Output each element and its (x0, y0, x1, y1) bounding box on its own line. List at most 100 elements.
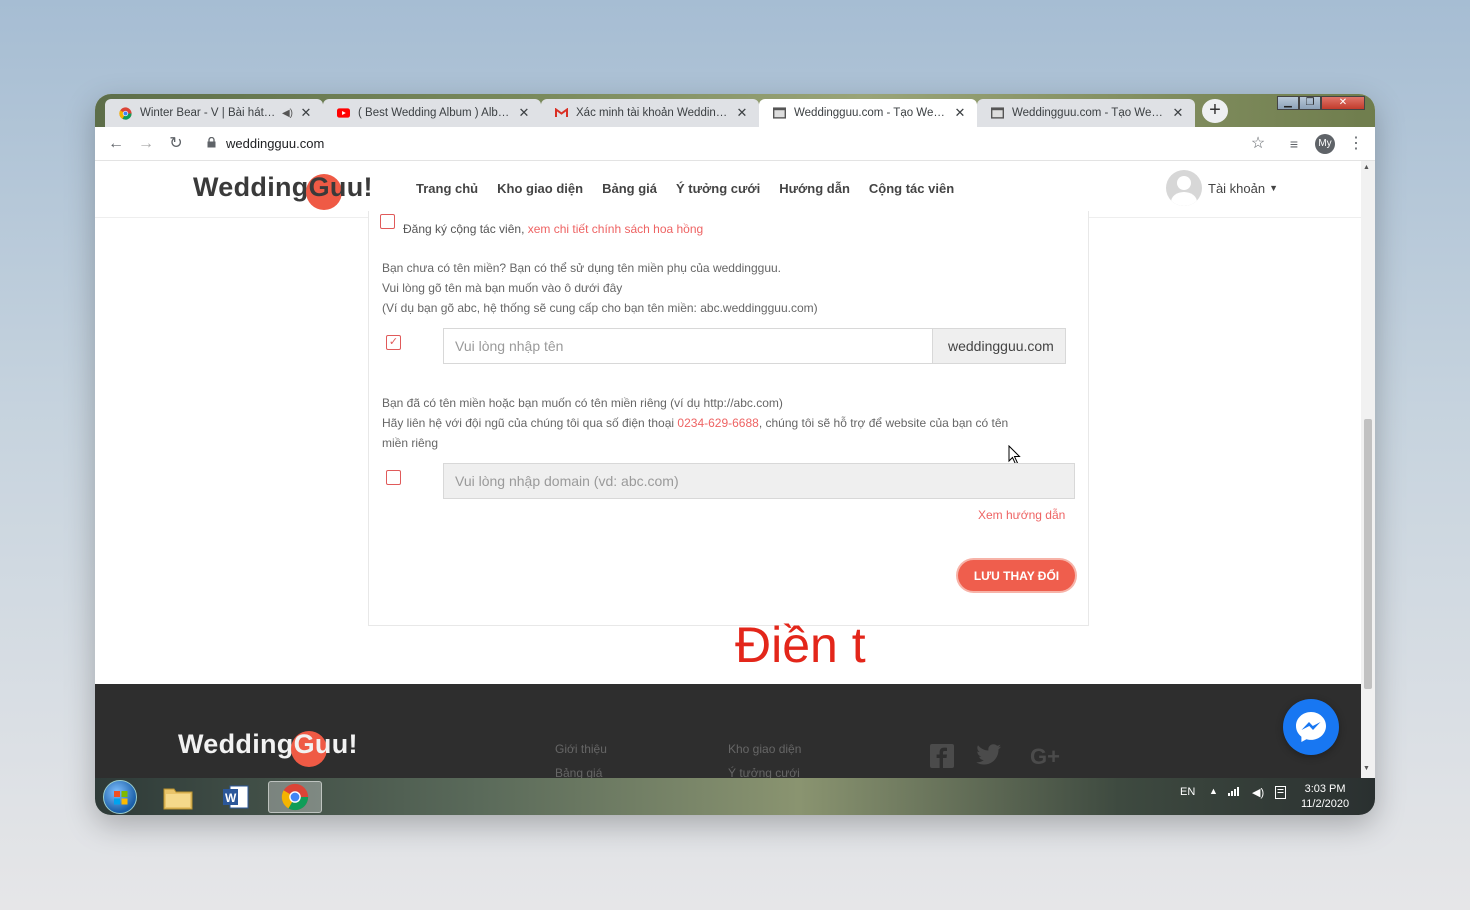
close-window-button[interactable]: ✕ (1321, 96, 1365, 110)
messenger-chat-button[interactable] (1283, 699, 1339, 755)
phone-number[interactable]: 0234-629-6688 (677, 416, 758, 430)
nav-huong-dan[interactable]: Hướng dẫn (779, 181, 850, 196)
page-icon (773, 107, 786, 120)
close-tab-icon[interactable]: ✕ (953, 105, 967, 121)
subdomain-line-3: (Ví dụ bạn gõ abc, hệ thống sẽ cung cấp … (382, 301, 818, 315)
subdomain-line-2: Vui lòng gõ tên mà bạn muốn vào ô dưới đ… (382, 281, 623, 295)
new-tab-button[interactable]: + (1202, 99, 1228, 123)
footer-logo-gu: Gu (293, 729, 332, 759)
tab-strip: Winter Bear - V | Bài hát, lyri ◀) ✕ ( B… (95, 94, 1375, 127)
tab-title: Xác minh tài khoản Wedding G (576, 107, 729, 119)
tab-gmail[interactable]: Xác minh tài khoản Wedding G ✕ (541, 99, 759, 127)
tab-weddingguu-active[interactable]: Weddingguu.com - Tạo Websit ✕ (759, 99, 977, 127)
back-icon[interactable]: ← (105, 133, 127, 155)
browser-toolbar: ← → ↻ weddingguu.com ☆ ≡ My ⋮ (95, 127, 1375, 161)
action-center-icon[interactable] (1275, 786, 1286, 802)
subdomain-input-group: weddingguu.com (443, 328, 1066, 364)
page-scrollbar[interactable]: ▲ ▼ (1361, 161, 1375, 778)
footer-link-y-tuong-cuoi[interactable]: Ý tưởng cưới (728, 766, 800, 778)
maximize-button[interactable]: ❐ (1299, 96, 1321, 110)
start-button[interactable] (103, 780, 137, 814)
caret-down-icon: ▼ (1269, 183, 1279, 193)
close-tab-icon[interactable]: ✕ (1171, 105, 1185, 121)
nav-trang-chu[interactable]: Trang chủ (416, 181, 478, 196)
tab-title: Winter Bear - V | Bài hát, lyri (140, 107, 278, 119)
site-footer: WeddingGuu! Giới thiệu Bảng giá Kho giao… (95, 684, 1361, 778)
custom-line-1: Bạn đã có tên miền hoặc bạn muốn có tên … (382, 396, 783, 410)
nav-y-tuong-cuoi[interactable]: Ý tưởng cưới (676, 181, 760, 196)
commission-policy-link[interactable]: xem chi tiết chính sách hoa hồng (528, 222, 703, 236)
twitter-icon[interactable] (976, 744, 1002, 770)
language-indicator[interactable]: EN (1180, 786, 1195, 798)
subdomain-line-1: Bạn chưa có tên miền? Bạn có thể sử dụng… (382, 261, 781, 275)
tab-wedding-album[interactable]: ( Best Wedding Album ) Album ✕ (323, 99, 541, 127)
mouse-cursor-icon (1008, 445, 1021, 465)
tab-title: ( Best Wedding Album ) Album (358, 107, 511, 119)
file-explorer-taskbar-icon[interactable] (151, 781, 205, 813)
footer-link-gioi-thieu[interactable]: Giới thiệu (555, 742, 607, 756)
address-bar[interactable]: weddingguu.com (207, 133, 324, 155)
media-queue-icon[interactable]: ≡ (1283, 133, 1305, 155)
browser-window: Winter Bear - V | Bài hát, lyri ◀) ✕ ( B… (95, 94, 1375, 815)
menu-dots-icon[interactable]: ⋮ (1345, 133, 1367, 155)
register-label-text: Đăng ký cộng tác viên, (403, 222, 525, 236)
star-icon[interactable]: ☆ (1247, 133, 1269, 155)
close-tab-icon[interactable]: ✕ (517, 105, 531, 121)
custom-line-2-a: Hãy liên hệ với đội ngũ của chúng tôi qu… (382, 416, 675, 430)
view-guide-link[interactable]: Xem hướng dẫn (978, 508, 1065, 522)
tab-weddingguu[interactable]: Weddingguu.com - Tạo Websit ✕ (977, 99, 1195, 127)
footer-link-bang-gia[interactable]: Bảng giá (555, 766, 602, 778)
messenger-icon (1296, 712, 1326, 742)
chrome-taskbar-icon[interactable] (268, 781, 322, 813)
scroll-down-icon[interactable]: ▼ (1363, 765, 1370, 772)
video-caption-overlay: Điền t (735, 617, 866, 673)
nav-bang-gia[interactable]: Bảng giá (602, 181, 657, 196)
account-label: Tài khoản (1208, 180, 1266, 196)
logo-text-suffix: u! (346, 172, 373, 202)
reload-icon[interactable]: ↻ (165, 133, 187, 155)
tab-winter-bear[interactable]: Winter Bear - V | Bài hát, lyri ◀) ✕ (105, 99, 323, 127)
logo-text-prefix: Wedding (193, 172, 309, 202)
word-taskbar-icon[interactable]: W (209, 781, 263, 813)
custom-domain-input[interactable] (443, 463, 1075, 499)
clock-time: 3:03 PM (1304, 783, 1346, 795)
scroll-up-icon[interactable]: ▲ (1363, 164, 1370, 171)
account-menu[interactable]: Tài khoản ▼ (1166, 170, 1278, 206)
speaker-icon[interactable]: ◀) (282, 108, 293, 119)
close-tab-icon[interactable]: ✕ (299, 105, 313, 121)
footer-logo[interactable]: WeddingGuu! (178, 729, 358, 767)
footer-link-kho-giao-dien[interactable]: Kho giao diện (728, 742, 801, 756)
custom-line-3: miền riêng (382, 436, 439, 450)
nav-kho-giao-dien[interactable]: Kho giao diện (497, 181, 583, 196)
custom-domain-input-group (443, 463, 1075, 499)
domain-settings-card: Đăng ký cộng tác viên, xem chi tiết chín… (368, 211, 1089, 673)
nav-cong-tac-vien[interactable]: Cộng tác viên (869, 181, 954, 196)
tab-title: Weddingguu.com - Tạo Websit (794, 107, 947, 119)
clock-date: 11/2/2020 (1301, 798, 1350, 810)
volume-icon[interactable]: ◀) (1252, 786, 1264, 799)
system-clock[interactable]: 3:03 PM 11/2/2020 (1301, 782, 1349, 812)
network-icon[interactable] (1228, 786, 1242, 799)
footer-logo-circle-mark: Gu (290, 729, 332, 767)
custom-domain-checkbox[interactable] (386, 470, 401, 485)
minimize-button[interactable]: ▁ (1277, 96, 1299, 110)
subdomain-suffix: weddingguu.com (933, 328, 1066, 364)
profile-avatar[interactable]: My (1315, 134, 1335, 154)
subdomain-checkbox[interactable]: ✓ (386, 335, 401, 350)
site-logo[interactable]: WeddingGuu! (193, 172, 373, 210)
save-changes-button[interactable]: LƯU THAY ĐỔI (958, 560, 1075, 591)
tray-expand-icon[interactable]: ▲ (1209, 786, 1218, 796)
register-collaborator-checkbox[interactable] (380, 214, 395, 229)
gmail-icon (555, 107, 568, 120)
forward-icon[interactable]: → (135, 133, 157, 155)
facebook-icon[interactable] (929, 744, 955, 770)
scrollbar-thumb[interactable] (1364, 419, 1372, 689)
subdomain-input[interactable] (443, 328, 933, 364)
close-tab-icon[interactable]: ✕ (735, 105, 749, 121)
windows-logo-icon (114, 791, 128, 805)
main-nav: Trang chủ Kho giao diện Bảng giá Ý tưởng… (416, 181, 954, 196)
lock-icon (207, 133, 216, 155)
google-plus-icon[interactable]: G+ (1025, 744, 1065, 770)
checkmark-icon: ✓ (388, 336, 399, 348)
url-text: weddingguu.com (226, 136, 325, 151)
